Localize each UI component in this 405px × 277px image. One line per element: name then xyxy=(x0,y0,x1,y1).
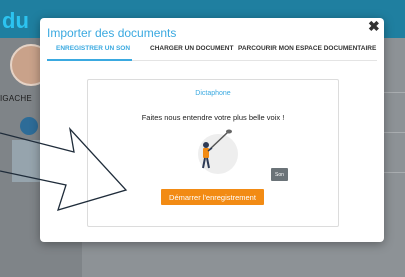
person-with-microphone-icon xyxy=(198,129,238,174)
sound-badge: Son xyxy=(271,168,288,181)
user-name: IGACHE xyxy=(0,94,32,103)
tab-record-sound[interactable]: ENREGISTRER UN SON xyxy=(56,45,130,52)
dictaphone-subtitle: Faites nous entendre votre plus belle vo… xyxy=(141,113,285,122)
modal-tabs: ENREGISTRER UN SON CHARGER UN DOCUMENT P… xyxy=(47,44,377,61)
active-tab-indicator xyxy=(47,59,132,61)
app-logo: du xyxy=(2,8,29,33)
start-recording-button[interactable]: Démarrer l'enregistrement xyxy=(161,189,264,205)
dictaphone-title: Dictaphone xyxy=(195,90,231,97)
import-documents-modal: Importer des documents ✖ ENREGISTRER UN … xyxy=(40,18,384,242)
sidebar-dot-icon xyxy=(20,117,38,135)
close-icon[interactable]: ✖ xyxy=(368,18,380,35)
tab-upload-document[interactable]: CHARGER UN DOCUMENT xyxy=(150,45,233,52)
modal-title: Importer des documents xyxy=(47,26,177,40)
dictaphone-card: Dictaphone Faites nous entendre votre pl… xyxy=(87,79,339,227)
tab-browse-document-space[interactable]: PARCOURIR MON ESPACE DOCUMENTAIRE xyxy=(238,45,376,52)
